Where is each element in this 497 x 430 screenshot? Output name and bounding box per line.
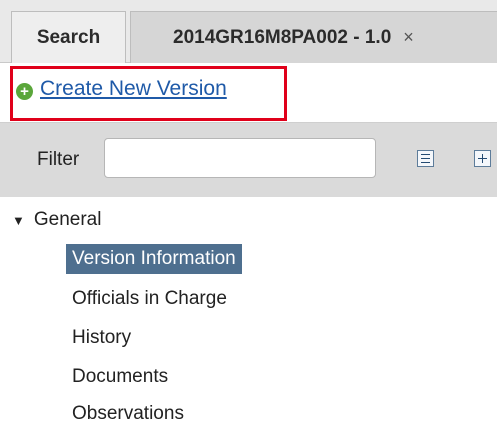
tree-item-version-information[interactable]: Version Information <box>66 244 242 274</box>
tree-item-label: Documents <box>72 366 169 387</box>
tab-bar: Search 2014GR16M8PA002 - 1.0 × <box>0 0 497 63</box>
tree-item-history[interactable]: History <box>66 323 137 353</box>
tree-item-officials-in-charge[interactable]: Officials in Charge <box>66 284 233 314</box>
filter-input[interactable] <box>104 138 376 178</box>
tree-item-observations[interactable]: Observations <box>66 399 190 429</box>
filter-label: Filter <box>37 149 80 170</box>
tree-item-label: History <box>72 327 132 348</box>
tree-item-label: Observations <box>72 403 184 424</box>
triangle-down-icon[interactable]: ▼ <box>12 213 25 228</box>
collapse-all-icon[interactable] <box>417 150 434 167</box>
close-icon[interactable]: × <box>403 27 414 48</box>
tab-search[interactable]: Search <box>11 11 126 63</box>
tab-search-label: Search <box>36 26 101 48</box>
tree-item-documents[interactable]: Documents <box>66 362 174 392</box>
expand-all-icon[interactable] <box>474 150 491 167</box>
add-icon[interactable]: + <box>16 83 33 100</box>
tree-group-general[interactable]: ▼ General <box>12 209 101 231</box>
tab-version[interactable]: 2014GR16M8PA002 - 1.0 × <box>130 11 497 63</box>
tab-version-label: 2014GR16M8PA002 - 1.0 <box>173 26 392 48</box>
tree-group-label: General <box>33 209 102 230</box>
create-new-version-link[interactable]: Create New Version <box>40 77 227 101</box>
tree-item-label: Version Information <box>72 248 236 269</box>
tree-item-label: Officials in Charge <box>72 288 227 309</box>
